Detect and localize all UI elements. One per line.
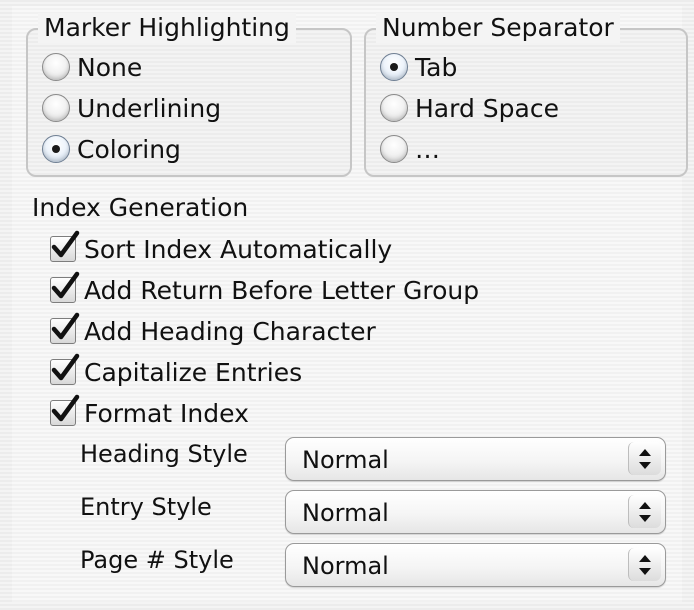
checkbox-checked[interactable] bbox=[50, 312, 80, 344]
checkbox-label: Capitalize Entries bbox=[84, 357, 303, 387]
heading-style-label: Heading Style bbox=[80, 440, 248, 468]
radio-label: None bbox=[77, 52, 143, 82]
heading-style-popup[interactable]: Normal bbox=[285, 437, 666, 481]
radio-label: Underlining bbox=[77, 93, 222, 123]
checkbox-label: Format Index bbox=[84, 398, 249, 428]
checkmark-icon bbox=[51, 394, 80, 422]
checkbox-add-return[interactable]: Add Return Before Letter Group bbox=[50, 271, 480, 307]
radio-button[interactable] bbox=[42, 53, 70, 81]
number-separator-title: Number Separator bbox=[376, 13, 620, 43]
radio-option-underlining[interactable]: Underlining bbox=[42, 91, 221, 125]
marker-highlighting-title: Marker Highlighting bbox=[38, 13, 296, 43]
checkbox-label: Add Heading Character bbox=[84, 316, 376, 346]
up-down-arrows-icon bbox=[628, 442, 661, 475]
checkbox-add-heading[interactable]: Add Heading Character bbox=[50, 312, 376, 348]
popup-value: Normal bbox=[302, 552, 389, 580]
up-down-arrows-icon bbox=[628, 548, 661, 581]
checkbox-capitalize[interactable]: Capitalize Entries bbox=[50, 353, 303, 389]
entry-style-popup[interactable]: Normal bbox=[285, 490, 666, 534]
checkbox-label: Sort Index Automatically bbox=[84, 234, 393, 264]
page-number-style-label: Page # Style bbox=[80, 546, 234, 574]
up-down-arrows-icon bbox=[628, 495, 661, 528]
checkbox-checked[interactable] bbox=[50, 271, 80, 303]
entry-style-label: Entry Style bbox=[80, 493, 212, 521]
radio-button-selected[interactable] bbox=[42, 135, 70, 163]
checkbox-sort-index[interactable]: Sort Index Automatically bbox=[50, 230, 393, 266]
radio-option-custom[interactable]: … bbox=[380, 132, 440, 166]
radio-label: Coloring bbox=[77, 134, 181, 164]
radio-option-hard-space[interactable]: Hard Space bbox=[380, 91, 559, 125]
radio-option-none[interactable]: None bbox=[42, 50, 142, 84]
index-generation-title: Index Generation bbox=[32, 193, 249, 222]
radio-button[interactable] bbox=[42, 94, 70, 122]
radio-label: Hard Space bbox=[415, 93, 559, 123]
radio-option-coloring[interactable]: Coloring bbox=[42, 132, 181, 166]
checkbox-checked[interactable] bbox=[50, 353, 80, 385]
checkmark-icon bbox=[51, 353, 80, 381]
page-number-style-popup[interactable]: Normal bbox=[285, 543, 666, 587]
checkmark-icon bbox=[51, 271, 80, 299]
checkmark-icon bbox=[51, 312, 80, 340]
radio-label: … bbox=[415, 134, 440, 164]
checkbox-checked[interactable] bbox=[50, 230, 80, 262]
radio-button[interactable] bbox=[380, 135, 408, 163]
number-separator-group: Number Separator Tab Hard Space … bbox=[364, 13, 688, 177]
popup-value: Normal bbox=[302, 499, 389, 527]
checkmark-icon bbox=[51, 230, 80, 258]
radio-button[interactable] bbox=[380, 94, 408, 122]
checkbox-label: Add Return Before Letter Group bbox=[84, 275, 480, 305]
marker-highlighting-group: Marker Highlighting None Underlining Col… bbox=[26, 13, 352, 177]
preferences-panel: Marker Highlighting None Underlining Col… bbox=[12, 6, 688, 602]
checkbox-checked[interactable] bbox=[50, 394, 80, 426]
radio-label: Tab bbox=[415, 52, 458, 82]
radio-option-tab[interactable]: Tab bbox=[380, 50, 457, 84]
checkbox-format-index[interactable]: Format Index bbox=[50, 394, 249, 430]
radio-button-selected[interactable] bbox=[380, 53, 408, 81]
popup-value: Normal bbox=[302, 446, 389, 474]
